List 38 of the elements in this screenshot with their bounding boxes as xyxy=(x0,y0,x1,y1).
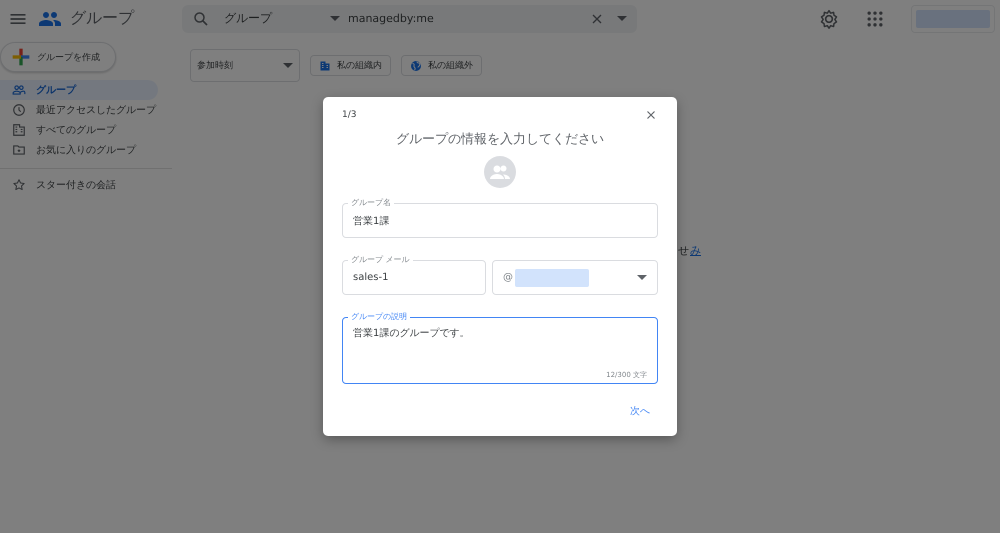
text: せ xyxy=(678,243,690,258)
search-query[interactable]: managedby:me xyxy=(348,12,589,25)
at-sign: @ xyxy=(503,272,513,283)
caret-icon[interactable] xyxy=(617,16,627,21)
folder-star-icon xyxy=(12,143,26,157)
nav-item[interactable]: お気に入りのグループ xyxy=(0,140,158,160)
caret-icon xyxy=(637,275,647,280)
nav-item[interactable]: スター付きの会話 xyxy=(0,175,158,195)
domain-dropdown[interactable]: @ xyxy=(492,260,658,295)
building-icon xyxy=(319,60,331,72)
nav-item[interactable]: すべてのグループ xyxy=(0,120,158,140)
star-icon xyxy=(12,178,26,192)
caret-icon xyxy=(283,63,293,68)
field-label: グループ メール xyxy=(348,255,413,265)
caret-icon[interactable] xyxy=(330,16,340,21)
link[interactable]: み xyxy=(690,243,701,258)
sort-dropdown[interactable]: 参加時刻 xyxy=(190,49,300,82)
clock-icon xyxy=(12,103,26,117)
dialog-title: グループの情報を入力してください xyxy=(395,131,605,148)
search-icon[interactable] xyxy=(192,10,210,28)
step-counter: 1/3 xyxy=(342,110,356,120)
app-title: グループ xyxy=(70,8,134,29)
nav-item[interactable]: 最近アクセスしたグループ xyxy=(0,100,158,120)
search-scope[interactable]: グループ xyxy=(224,10,330,27)
building-icon xyxy=(12,123,26,137)
plus-icon xyxy=(11,47,31,67)
filter-chip[interactable]: 私の組織外 xyxy=(401,55,482,76)
settings-icon[interactable] xyxy=(819,8,839,28)
next-button[interactable]: 次へ xyxy=(622,398,658,424)
field-label: グループの説明 xyxy=(348,312,410,322)
people-icon xyxy=(12,83,26,97)
nav-item[interactable]: グループ xyxy=(0,80,158,100)
field-label: グループ名 xyxy=(348,198,394,208)
create-group-button[interactable]: グループを作成 xyxy=(0,42,116,72)
search-bar[interactable]: グループ managedby:me xyxy=(182,4,637,32)
globe-icon xyxy=(410,60,422,72)
apps-icon[interactable] xyxy=(865,8,885,28)
filter-chip[interactable]: 私の組織内 xyxy=(310,55,391,76)
